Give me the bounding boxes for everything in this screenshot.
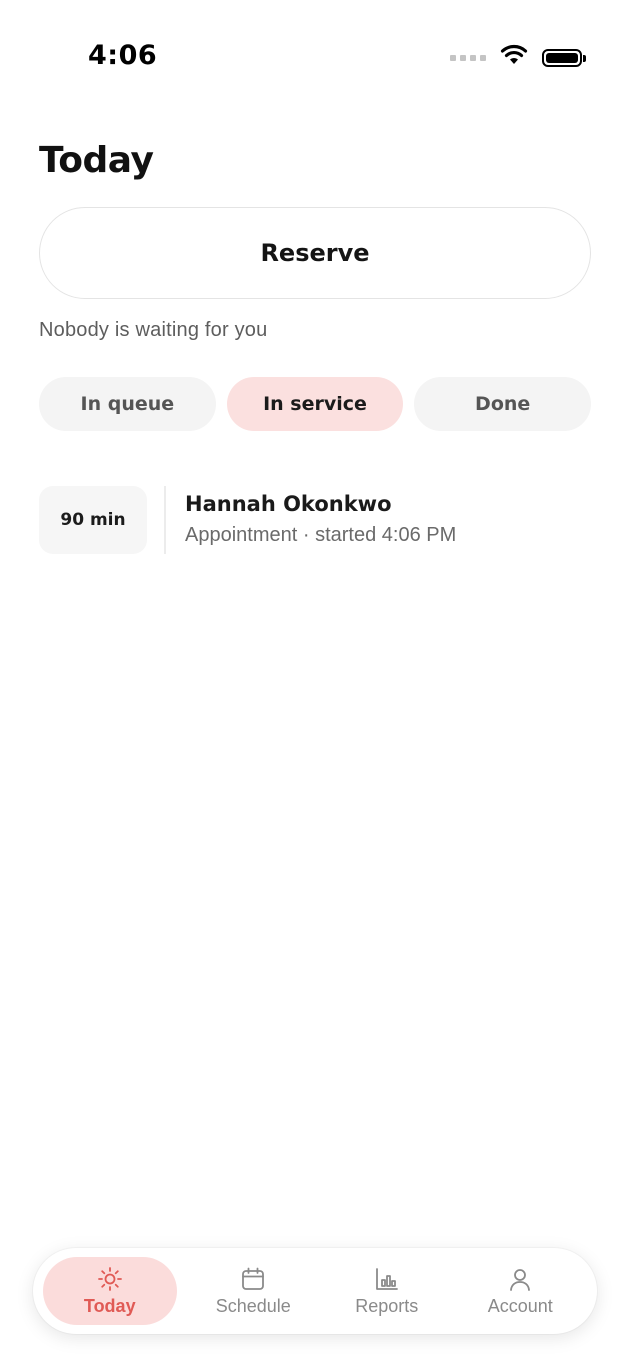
bar-chart-icon [374, 1266, 400, 1292]
bottom-nav: Today Schedule Reports Account [33, 1248, 597, 1334]
calendar-icon [240, 1266, 266, 1292]
reserve-button[interactable]: Reserve [39, 207, 591, 299]
list-item[interactable]: 90 min Hannah Okonkwo Appointment · star… [39, 484, 591, 556]
nav-item-reports[interactable]: Reports [320, 1257, 454, 1325]
signal-icon [450, 54, 486, 61]
page-title: Today [39, 140, 154, 181]
status-bar: 4:06 [0, 0, 630, 110]
client-name: Hannah Okonkwo [185, 492, 392, 516]
tab-in-service[interactable]: In service [226, 377, 404, 431]
nav-item-today[interactable]: Today [43, 1257, 177, 1325]
status-icons [450, 44, 586, 71]
tab-in-queue[interactable]: In queue [39, 377, 216, 431]
nav-item-account[interactable]: Account [454, 1257, 588, 1325]
nav-label-reports: Reports [355, 1295, 419, 1316]
status-time: 4:06 [88, 40, 158, 71]
wifi-icon [500, 44, 528, 71]
nav-label-today: Today [83, 1295, 136, 1316]
nav-item-schedule[interactable]: Schedule [187, 1257, 321, 1325]
divider [164, 486, 166, 554]
battery-icon [542, 48, 586, 67]
sun-icon [97, 1266, 123, 1292]
queue-status-text: Nobody is waiting for you [39, 319, 268, 341]
nav-label-schedule: Schedule [215, 1295, 291, 1316]
duration-badge: 90 min [39, 486, 147, 554]
person-icon [507, 1266, 533, 1292]
tab-done[interactable]: Done [414, 377, 592, 431]
nav-label-account: Account [487, 1295, 553, 1316]
appointment-details: Appointment · started 4:06 PM [185, 524, 457, 546]
status-filter-tabs: In queue In service Done [39, 377, 592, 431]
